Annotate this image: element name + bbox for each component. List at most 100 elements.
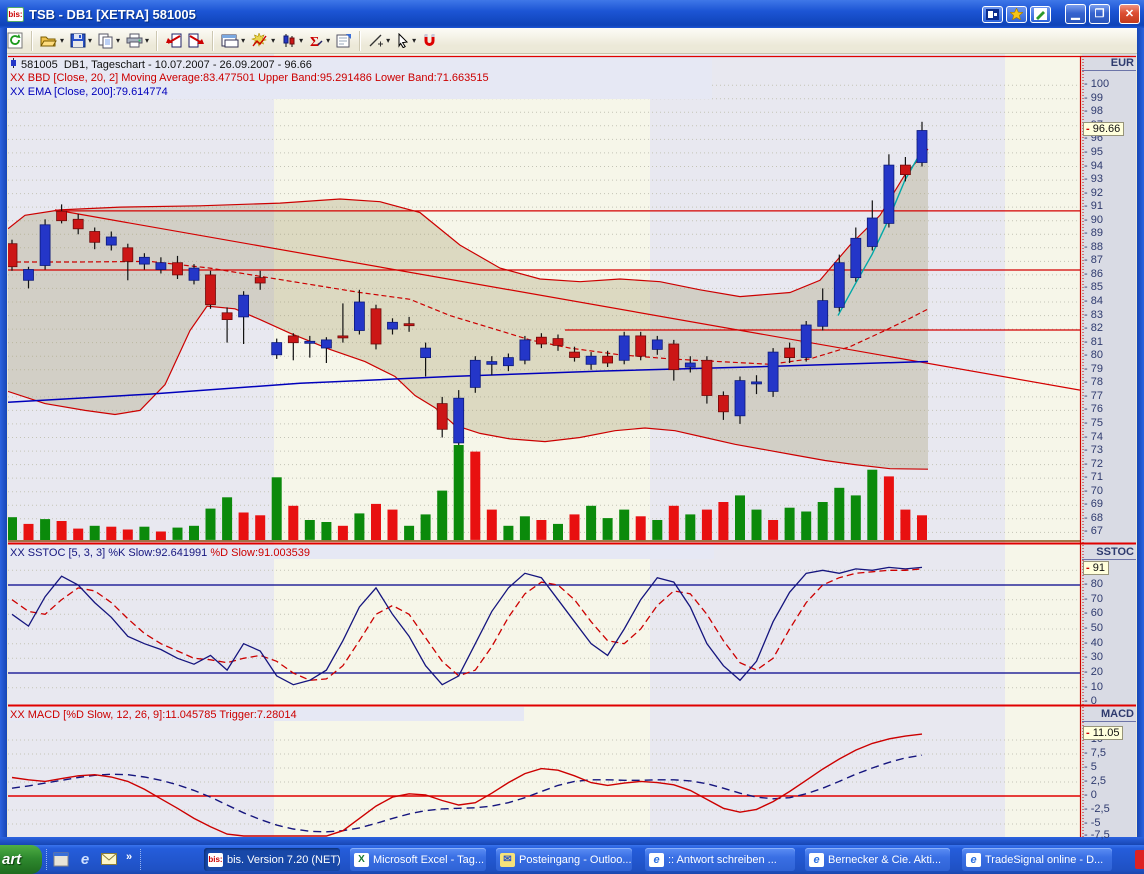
save-dropdown-arrow[interactable]: ▾ bbox=[88, 36, 92, 45]
toolbar-formula-button[interactable]: Σ▾ bbox=[306, 30, 333, 52]
taskbar-button-label: :: Antwort schreiben ... bbox=[668, 854, 777, 866]
toolbar-save-button[interactable]: ▾ bbox=[67, 30, 95, 52]
price-tick-label: 76 bbox=[1084, 403, 1103, 415]
sstoc-tick-label: 30 bbox=[1084, 651, 1103, 663]
toolbar-nav-forward-button[interactable] bbox=[185, 30, 208, 52]
toolbar-indicator-button[interactable]: ▾ bbox=[248, 30, 278, 52]
macd-tick-label: 0 bbox=[1084, 789, 1097, 801]
main-chart-header[interactable]: 581005 DB1, Tageschart - 10.07.2007 - 26… bbox=[10, 58, 312, 71]
refresh-icon bbox=[7, 32, 24, 49]
print-icon bbox=[126, 33, 143, 48]
price-tick-label: 81 bbox=[1084, 336, 1103, 348]
last-price-badge: 96.66 bbox=[1083, 122, 1124, 136]
favorites-button[interactable] bbox=[1006, 6, 1027, 23]
price-tick-label: 85 bbox=[1084, 281, 1103, 293]
toolbar-open-button[interactable]: ▾ bbox=[37, 30, 67, 52]
window-border-right bbox=[1137, 28, 1144, 845]
sstoc-tick-label: 40 bbox=[1084, 637, 1103, 649]
window-border-left bbox=[0, 28, 7, 845]
window-title: TSB - DB1 [XETRA] 581005 bbox=[29, 7, 982, 22]
line-tool-icon bbox=[368, 33, 384, 48]
pencil-icon bbox=[1034, 8, 1047, 20]
quicklaunch-overflow-chevron[interactable]: » bbox=[126, 851, 132, 863]
bollinger-header[interactable]: XX BBD [Close, 20, 2] Moving Average:83.… bbox=[10, 72, 489, 84]
toolbar-separator bbox=[156, 31, 158, 51]
toolbar-study-button[interactable]: ▾ bbox=[278, 30, 306, 52]
taskbar-button-6[interactable]: eTradeSignal online - D... bbox=[962, 848, 1112, 871]
sstoc-header[interactable]: XX SSTOC [5, 3, 3] %K Slow:92.641991 %D … bbox=[10, 547, 310, 559]
panel-layout-button[interactable] bbox=[982, 6, 1003, 23]
axis-title: EUR bbox=[1111, 57, 1134, 69]
print-dropdown-arrow[interactable]: ▾ bbox=[145, 36, 149, 45]
price-tick-label: 72 bbox=[1084, 458, 1103, 470]
sstoc-tick-label: 20 bbox=[1084, 666, 1103, 678]
toolbar-print-button[interactable]: ▾ bbox=[123, 30, 152, 52]
indicator-icon bbox=[251, 33, 269, 48]
taskbar-button-5[interactable]: eBernecker & Cie. Akti... bbox=[805, 848, 950, 871]
study-dropdown-arrow[interactable]: ▾ bbox=[299, 36, 303, 45]
toolbar-chart-type-button[interactable]: ▾ bbox=[218, 30, 248, 52]
window-border-bottom bbox=[0, 837, 1144, 845]
main-toolbar: ▾▾▾▾▾▾▾Σ▾▾▾ bbox=[0, 28, 1144, 54]
indicator-dropdown-arrow[interactable]: ▾ bbox=[271, 36, 275, 45]
copy-dropdown-arrow[interactable]: ▾ bbox=[116, 36, 120, 45]
sstoc-tick-label: 60 bbox=[1084, 607, 1103, 619]
taskbar-button-label: TradeSignal online - D... bbox=[985, 854, 1103, 866]
axis-title-rule bbox=[1082, 70, 1136, 71]
open-icon bbox=[40, 33, 58, 48]
line-tool-dropdown-arrow[interactable]: ▾ bbox=[386, 36, 390, 45]
cursor-dropdown-arrow[interactable]: ▾ bbox=[412, 36, 416, 45]
formula-dropdown-arrow[interactable]: ▾ bbox=[326, 36, 330, 45]
quicklaunch-separator bbox=[46, 849, 48, 870]
price-tick-label: 99 bbox=[1084, 92, 1103, 104]
toolbar-cursor-button[interactable]: ▾ bbox=[393, 30, 419, 52]
internet-explorer-icon: e bbox=[809, 853, 824, 867]
title-bar[interactable]: bis: TSB - DB1 [XETRA] 581005 ▁ ❐ ✕ bbox=[0, 0, 1144, 28]
star-icon bbox=[1010, 8, 1023, 20]
axis-title: SSTOC bbox=[1096, 546, 1134, 558]
maximize-button[interactable]: ❐ bbox=[1089, 4, 1110, 24]
taskbar-button-3[interactable]: ✉Posteingang - Outloo... bbox=[496, 848, 632, 871]
taskbar-button-label: bis. Version 7.20 (NET) bbox=[227, 854, 340, 866]
edit-link-button[interactable] bbox=[1030, 6, 1051, 23]
price-tick-label: 84 bbox=[1084, 295, 1103, 307]
application-window: bis: TSB - DB1 [XETRA] 581005 ▁ ❐ ✕ ▾ ▾ ▾ ▾… bbox=[0, 0, 1144, 874]
taskbar-overflow-icon[interactable] bbox=[1135, 850, 1144, 869]
formula-icon: Σ bbox=[309, 33, 324, 48]
price-tick-label: 82 bbox=[1084, 322, 1103, 334]
toolbar-magnet-button[interactable] bbox=[419, 30, 440, 52]
toolbar-copy-button[interactable]: ▾ bbox=[95, 30, 123, 52]
price-tick-label: 95 bbox=[1084, 146, 1103, 158]
toolbar-separator bbox=[212, 31, 214, 51]
macd-value-badge: 11.05 bbox=[1083, 726, 1123, 740]
toolbar-line-tool-button[interactable]: ▾ bbox=[365, 30, 393, 52]
bis-icon: bis: bbox=[208, 853, 223, 867]
open-dropdown-arrow[interactable]: ▾ bbox=[60, 36, 64, 45]
price-tick-label: 78 bbox=[1084, 376, 1103, 388]
price-tick-label: 68 bbox=[1084, 512, 1103, 524]
close-button[interactable]: ✕ bbox=[1119, 4, 1140, 24]
macd-header[interactable]: XX MACD [%D Slow, 12, 26, 9]:11.045785 T… bbox=[10, 709, 297, 721]
price-axis[interactable]: EUR SSTOC MACD 1009998979695949392919089… bbox=[1082, 54, 1136, 837]
sstoc-tick-label: 50 bbox=[1084, 622, 1103, 634]
cursor-icon bbox=[396, 33, 410, 48]
sstoc-tick-label: 70 bbox=[1084, 593, 1103, 605]
taskbar-button-1[interactable]: bis: bis. Version 7.20 (NET) bbox=[204, 848, 340, 871]
price-tick-label: 67 bbox=[1084, 525, 1103, 537]
axis-title-rule bbox=[1082, 559, 1136, 560]
properties-icon bbox=[336, 33, 352, 48]
taskbar-button-2[interactable]: XMicrosoft Excel - Tag... bbox=[350, 848, 486, 871]
taskbar: art e » bis: bis. Version 7.20 (NET) XMicr… bbox=[0, 845, 1144, 874]
toolbar-nav-back-button[interactable] bbox=[162, 30, 185, 52]
macd-tick-label: -5 bbox=[1084, 817, 1101, 829]
ema-header[interactable]: XX EMA [Close, 200]:79.614774 bbox=[10, 86, 168, 98]
toolbar-properties-button[interactable] bbox=[333, 30, 355, 52]
internet-explorer-icon[interactable]: e bbox=[76, 850, 94, 868]
chart-type-dropdown-arrow[interactable]: ▾ bbox=[241, 36, 245, 45]
toolbar-refresh-button[interactable] bbox=[4, 30, 27, 52]
minimize-button[interactable]: ▁ bbox=[1065, 4, 1086, 24]
mail-icon[interactable] bbox=[100, 850, 118, 868]
show-desktop-icon[interactable] bbox=[52, 850, 70, 868]
taskbar-button-4[interactable]: e:: Antwort schreiben ... bbox=[645, 848, 795, 871]
start-button[interactable]: art bbox=[0, 845, 42, 874]
